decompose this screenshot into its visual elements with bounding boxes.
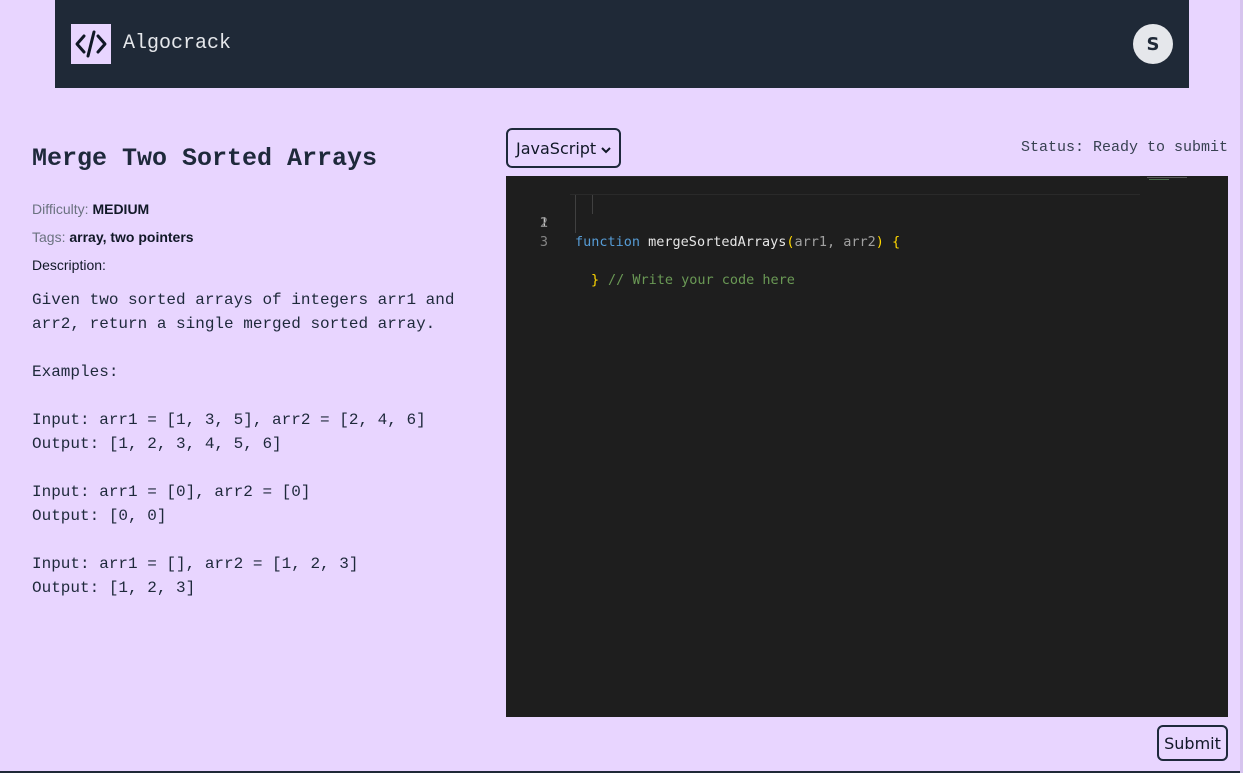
- code-line[interactable]: 1 function mergeSortedArrays(arr1, arr2)…: [506, 176, 1146, 250]
- problem-panel: Merge Two Sorted Arrays Difficulty: MEDI…: [32, 140, 482, 600]
- line-number: 3: [539, 234, 548, 250]
- editor-minimap[interactable]: [1147, 176, 1189, 182]
- code-editor[interactable]: 1 function mergeSortedArrays(arr1, arr2)…: [506, 176, 1228, 717]
- tags-value: array, two pointers: [69, 229, 194, 245]
- difficulty-value: MEDIUM: [92, 201, 150, 217]
- paren-token: ): [875, 234, 884, 250]
- code-line[interactable]: 2 // Write your code here: [506, 195, 1146, 288]
- brace-token[interactable]: }: [591, 271, 599, 290]
- code-text[interactable]: function mergeSortedArrays(arr1, arr2) {: [575, 233, 900, 252]
- tags-row: Tags: array, two pointers: [32, 228, 482, 246]
- language-selected: JavaScript: [516, 138, 597, 158]
- top-navbar: Algocrack S: [55, 0, 1189, 88]
- submission-status: Status: Ready to submit: [1020, 139, 1228, 156]
- chevron-down-icon: [601, 139, 611, 158]
- keyword-token: function: [575, 234, 641, 250]
- problem-title: Merge Two Sorted Arrays: [32, 144, 378, 173]
- brace-token: {: [892, 234, 901, 250]
- language-select[interactable]: JavaScript: [506, 128, 621, 168]
- function-name-token: mergeSortedArrays: [648, 234, 787, 250]
- brand-name[interactable]: Algocrack: [123, 32, 231, 55]
- indent-guide: [575, 195, 576, 214]
- difficulty-label: Difficulty:: [32, 201, 89, 217]
- params-token: arr1, arr2: [794, 234, 876, 250]
- current-line-highlight: [570, 176, 1140, 195]
- tags-label: Tags:: [32, 229, 66, 245]
- user-avatar[interactable]: S: [1133, 24, 1173, 64]
- submit-button[interactable]: Submit: [1157, 725, 1228, 761]
- description-label: Description:: [32, 257, 106, 273]
- indent-guide: [575, 214, 576, 233]
- indent-guide: [592, 195, 593, 214]
- description-text: Given two sorted arrays of integers arr1…: [32, 291, 455, 597]
- difficulty-row: Difficulty: MEDIUM: [32, 200, 482, 218]
- comment-token[interactable]: // Write your code here: [608, 271, 795, 290]
- code-logo-icon[interactable]: [71, 24, 111, 64]
- code-line[interactable]: 3 }: [506, 214, 1146, 288]
